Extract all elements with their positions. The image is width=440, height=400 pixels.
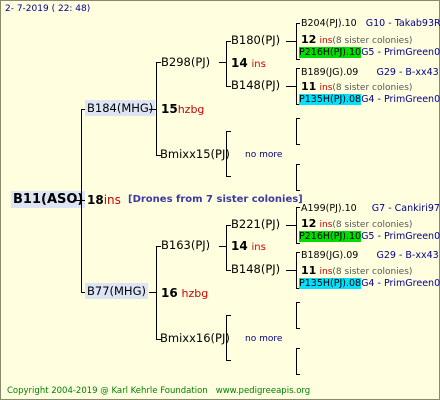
upper-r2-tag[interactable]: P135H(PJ).08G4 - PrimGreen00 — [299, 94, 440, 105]
tree-connector-line — [296, 207, 300, 208]
pedigree-chart: 2- 7-2019 ( 22: 48) B11(ASO) 18ins [Dron… — [0, 0, 440, 400]
tree-connector-line — [296, 164, 297, 190]
root-count: 18ins — [87, 193, 121, 207]
tree-connector-line — [149, 292, 156, 293]
lower-leaf-a[interactable]: B221(PJ) — [231, 218, 280, 231]
upper-r2-id[interactable]: B189(JG).09 G29 - B-xx43 — [301, 68, 439, 78]
tree-connector-line — [296, 374, 300, 375]
lower-r1-tag[interactable]: P216H(PJ).10G5 - PrimGreen00 — [299, 231, 440, 242]
upper-sibling[interactable]: Bmixx15(PJ) — [160, 148, 230, 161]
tree-connector-line — [296, 23, 297, 59]
lower-r2-id[interactable]: B189(JG).09 G29 - B-xx43 — [301, 251, 439, 261]
root-note: [Drones from 7 sister colonies] — [128, 194, 303, 205]
tree-connector-line — [286, 86, 296, 87]
lower-parent-count: 16 hzbg — [161, 286, 209, 300]
tree-connector-line — [226, 315, 227, 360]
upper-sibling-note: no more — [245, 150, 283, 160]
tree-connector-line — [296, 302, 297, 328]
tree-connector-line — [149, 109, 156, 110]
tree-connector-line — [226, 360, 231, 361]
tree-connector-line — [156, 246, 157, 339]
lower-mid-count: 14 ins — [231, 239, 266, 253]
footer-link[interactable]: www.pedigreeapis.org — [216, 386, 310, 396]
tree-connector-line — [73, 200, 85, 201]
lower-mid[interactable]: B163(PJ) — [161, 239, 210, 252]
tree-connector-line — [226, 131, 227, 176]
lower-sibling-note: no more — [245, 334, 283, 344]
tree-connector-line — [219, 62, 226, 63]
upper-parent[interactable]: B184(MHG) — [85, 100, 156, 116]
tree-connector-line — [296, 59, 300, 60]
upper-parent-count: 15hzbg — [161, 102, 205, 116]
tree-connector-line — [296, 348, 297, 374]
tree-connector-line — [81, 109, 82, 293]
upper-r2-count: 11 ins(8 sister colonies) — [301, 80, 413, 93]
tree-connector-line — [296, 252, 297, 288]
tree-connector-line — [286, 225, 296, 226]
tree-connector-line — [296, 190, 300, 191]
tree-connector-line — [296, 302, 300, 303]
tree-connector-line — [296, 164, 300, 165]
upper-r1-tag[interactable]: P216H(PJ).10G5 - PrimGreen00 — [299, 47, 440, 58]
tree-connector-line — [296, 118, 297, 144]
tree-connector-line — [296, 207, 297, 243]
tree-connector-line — [296, 68, 300, 69]
lower-sibling[interactable]: Bmixx16(PJ) — [160, 332, 230, 345]
tree-connector-line — [226, 225, 227, 270]
tree-connector-line — [226, 315, 231, 316]
tree-connector-line — [226, 131, 231, 132]
lower-r1-count: 12 ins(8 sister colonies) — [301, 217, 413, 230]
tree-connector-line — [296, 68, 297, 104]
tree-connector-line — [296, 144, 300, 145]
tree-connector-line — [296, 243, 300, 244]
lower-r2-tag[interactable]: P135H(PJ).08G4 - PrimGreen00 — [299, 278, 440, 289]
tree-connector-line — [286, 270, 296, 271]
header-date: 2- 7-2019 ( 22: 48) — [5, 4, 91, 14]
upper-r1-id[interactable]: B204(PJ).10 G10 - Takab93R — [301, 19, 440, 29]
tree-connector-line — [286, 41, 296, 42]
tree-connector-line — [226, 176, 231, 177]
tree-connector-line — [296, 328, 300, 329]
upper-mid-count: 14 ins — [231, 56, 266, 70]
tree-connector-line — [226, 41, 227, 86]
lower-r1-id[interactable]: A199(PJ).10 G7 - Cankiri97Q — [301, 204, 440, 214]
footer-copyright: Copyright 2004-2019 @ Karl Kehrle Founda… — [7, 386, 311, 396]
tree-connector-line — [296, 23, 300, 24]
upper-leaf-a[interactable]: B180(PJ) — [231, 34, 280, 47]
upper-leaf-b[interactable]: B148(PJ) — [231, 79, 280, 92]
lower-leaf-b[interactable]: B148(PJ) — [231, 263, 280, 276]
tree-connector-line — [296, 118, 300, 119]
upper-r1-count: 12 ins(8 sister colonies) — [301, 33, 413, 46]
upper-mid[interactable]: B298(PJ) — [161, 56, 210, 69]
tree-connector-line — [219, 246, 226, 247]
tree-connector-line — [296, 252, 300, 253]
tree-connector-line — [296, 348, 300, 349]
lower-parent[interactable]: B77(MHG) — [85, 283, 148, 299]
tree-connector-line — [156, 62, 157, 155]
lower-r2-count: 11 ins(8 sister colonies) — [301, 264, 413, 277]
